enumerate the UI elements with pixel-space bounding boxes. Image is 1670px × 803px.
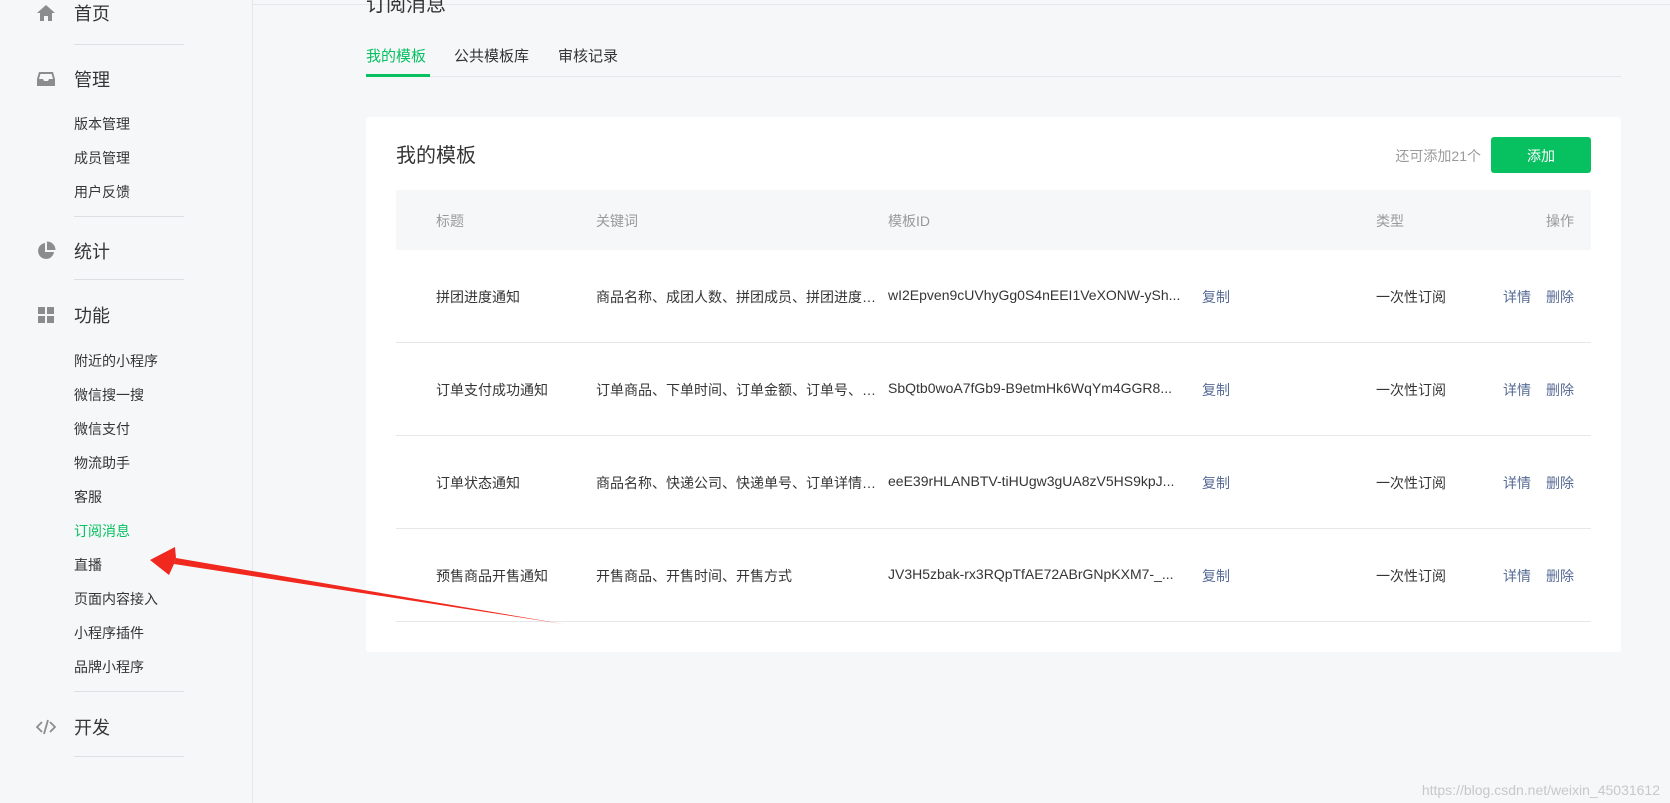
watermark: https://blog.csdn.net/weixin_45031612 bbox=[1421, 782, 1660, 798]
sidebar: 首页 管理 版本管理 成员管理 用户反馈 统计 功能 附近的小程序 微信搜一搜 … bbox=[0, 0, 253, 803]
sidebar-stats-label: 统计 bbox=[74, 242, 110, 262]
tab-my-templates-label: 我的模板 bbox=[366, 48, 427, 65]
tab-my-templates[interactable]: 我的模板 bbox=[366, 45, 426, 66]
row-type: 一次性订阅 bbox=[1376, 568, 1446, 584]
copy-link[interactable]: 复制 bbox=[1202, 287, 1230, 307]
sidebar-item-develop[interactable]: 开发 bbox=[0, 712, 253, 742]
sidebar-item-features[interactable]: 功能 bbox=[0, 300, 253, 330]
copy-link[interactable]: 复制 bbox=[1202, 473, 1230, 493]
row-title: 订单支付成功通知 bbox=[436, 382, 548, 398]
sidebar-item-live[interactable]: 直播 bbox=[74, 555, 102, 575]
row-keywords: 商品名称、快递公司、快递单号、订单详情、备注 bbox=[596, 475, 879, 491]
page-title: 订阅消息 bbox=[366, 0, 446, 16]
row-title: 拼团进度通知 bbox=[436, 289, 520, 305]
detail-link[interactable]: 详情 bbox=[1503, 566, 1531, 586]
table-row: 订单状态通知 商品名称、快递公司、快递单号、订单详情、备注 eeE39rHLAN… bbox=[396, 436, 1591, 529]
divider bbox=[74, 279, 184, 280]
active-tab-indicator bbox=[366, 74, 430, 77]
row-template-id: JV3H5zbak-rx3RQpTfAE72ABrGNpKXM7-_... bbox=[888, 566, 1174, 582]
main-content: 订阅消息 我的模板 公共模板库 审核记录 我的模板 还可添加21个 添加 标题 … bbox=[254, 0, 1670, 803]
column-actions: 操作 bbox=[1546, 213, 1574, 229]
pie-chart-icon bbox=[38, 241, 56, 259]
divider bbox=[74, 756, 184, 757]
sidebar-item-subscribe-messages[interactable]: 订阅消息 bbox=[74, 521, 130, 541]
inbox-icon bbox=[37, 72, 55, 86]
sidebar-item-search[interactable]: 微信搜一搜 bbox=[74, 385, 144, 405]
sidebar-item-stats[interactable]: 统计 bbox=[0, 236, 253, 266]
sidebar-home-label: 首页 bbox=[74, 4, 110, 24]
template-card: 我的模板 还可添加21个 添加 标题 关键词 模板ID 类型 操作 拼团进度通知… bbox=[366, 117, 1621, 652]
copy-link[interactable]: 复制 bbox=[1202, 380, 1230, 400]
sidebar-item-nearby[interactable]: 附近的小程序 bbox=[74, 351, 158, 371]
table-row: 预售商品开售通知 开售商品、开售时间、开售方式 JV3H5zbak-rx3RQp… bbox=[396, 529, 1591, 622]
row-keywords: 商品名称、成团人数、拼团成员、拼团进度、备注 bbox=[596, 289, 879, 305]
code-icon bbox=[36, 719, 56, 735]
sidebar-develop-label: 开发 bbox=[74, 718, 110, 738]
column-title: 标题 bbox=[436, 213, 464, 229]
remaining-count: 还可添加21个 bbox=[1395, 148, 1481, 164]
delete-link[interactable]: 删除 bbox=[1546, 566, 1574, 586]
card-title: 我的模板 bbox=[396, 145, 476, 167]
row-title: 订单状态通知 bbox=[436, 475, 520, 491]
row-keywords: 开售商品、开售时间、开售方式 bbox=[596, 568, 792, 584]
sidebar-item-version[interactable]: 版本管理 bbox=[74, 114, 130, 134]
delete-link[interactable]: 删除 bbox=[1546, 287, 1574, 307]
tab-review-records[interactable]: 审核记录 bbox=[558, 45, 618, 66]
sidebar-features-label: 功能 bbox=[74, 306, 110, 326]
column-template-id: 模板ID bbox=[888, 213, 930, 229]
sidebar-item-content-access[interactable]: 页面内容接入 bbox=[74, 589, 158, 609]
column-type: 类型 bbox=[1376, 213, 1404, 229]
sidebar-item-home[interactable]: 首页 bbox=[0, 0, 253, 28]
sidebar-item-pay[interactable]: 微信支付 bbox=[74, 419, 130, 439]
column-keywords: 关键词 bbox=[596, 213, 638, 229]
row-type: 一次性订阅 bbox=[1376, 382, 1446, 398]
row-keywords: 订单商品、下单时间、订单金额、订单号、支付方式 bbox=[596, 382, 879, 398]
divider bbox=[74, 691, 184, 692]
grid-icon bbox=[38, 307, 54, 323]
detail-link[interactable]: 详情 bbox=[1503, 473, 1531, 493]
delete-link[interactable]: 删除 bbox=[1546, 473, 1574, 493]
row-title: 预售商品开售通知 bbox=[436, 568, 548, 584]
row-type: 一次性订阅 bbox=[1376, 289, 1446, 305]
sidebar-item-feedback[interactable]: 用户反馈 bbox=[74, 182, 130, 202]
sidebar-manage-label: 管理 bbox=[74, 70, 110, 90]
divider bbox=[74, 44, 184, 45]
delete-link[interactable]: 删除 bbox=[1546, 380, 1574, 400]
row-template-id: eeE39rHLANBTV-tiHUgw3gUA8zV5HS9kpJ... bbox=[888, 473, 1175, 489]
sidebar-item-logistics[interactable]: 物流助手 bbox=[74, 453, 130, 473]
row-template-id: wI2Epven9cUVhyGg0S4nEEI1VeXONW-ySh... bbox=[888, 287, 1181, 303]
sidebar-item-manage[interactable]: 管理 bbox=[0, 64, 253, 94]
table-row: 拼团进度通知 商品名称、成团人数、拼团成员、拼团进度、备注 wI2Epven9c… bbox=[396, 250, 1591, 343]
sidebar-item-service[interactable]: 客服 bbox=[74, 487, 102, 507]
sidebar-item-brand[interactable]: 品牌小程序 bbox=[74, 657, 144, 677]
detail-link[interactable]: 详情 bbox=[1503, 380, 1531, 400]
tab-bar: 我的模板 公共模板库 审核记录 bbox=[366, 42, 1621, 77]
add-button[interactable]: 添加 bbox=[1491, 137, 1591, 173]
sidebar-item-plugins[interactable]: 小程序插件 bbox=[74, 623, 144, 643]
sidebar-item-members[interactable]: 成员管理 bbox=[74, 148, 130, 168]
tab-public-library[interactable]: 公共模板库 bbox=[454, 45, 529, 66]
detail-link[interactable]: 详情 bbox=[1503, 287, 1531, 307]
row-type: 一次性订阅 bbox=[1376, 475, 1446, 491]
home-icon bbox=[37, 5, 55, 21]
divider bbox=[74, 216, 184, 217]
row-template-id: SbQtb0woA7fGb9-B9etmHk6WqYm4GGR8... bbox=[888, 380, 1172, 396]
table-row: 订单支付成功通知 订单商品、下单时间、订单金额、订单号、支付方式 SbQtb0w… bbox=[396, 343, 1591, 436]
table-header: 标题 关键词 模板ID 类型 操作 bbox=[396, 190, 1591, 250]
copy-link[interactable]: 复制 bbox=[1202, 566, 1230, 586]
